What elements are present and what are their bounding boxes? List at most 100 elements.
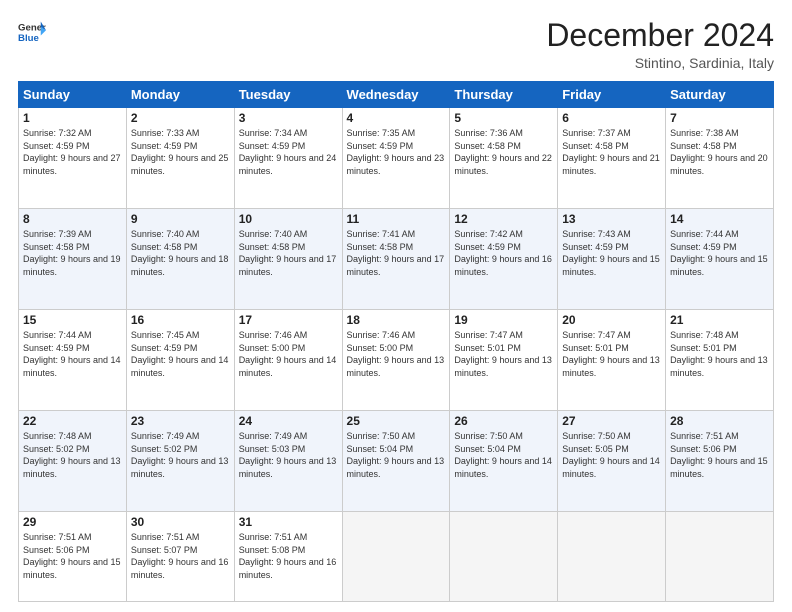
table-row: 11 Sunrise: 7:41 AMSunset: 4:58 PMDaylig… [342, 209, 450, 310]
day-info: Sunrise: 7:42 AMSunset: 4:59 PMDaylight:… [454, 229, 552, 277]
table-row: 25 Sunrise: 7:50 AMSunset: 5:04 PMDaylig… [342, 411, 450, 512]
day-info: Sunrise: 7:50 AMSunset: 5:04 PMDaylight:… [454, 431, 552, 479]
day-number: 15 [23, 313, 122, 327]
table-row: 7 Sunrise: 7:38 AMSunset: 4:58 PMDayligh… [666, 108, 774, 209]
day-info: Sunrise: 7:51 AMSunset: 5:07 PMDaylight:… [131, 532, 229, 580]
day-number: 1 [23, 111, 122, 125]
table-row: 1 Sunrise: 7:32 AMSunset: 4:59 PMDayligh… [19, 108, 127, 209]
table-row: 27 Sunrise: 7:50 AMSunset: 5:05 PMDaylig… [558, 411, 666, 512]
table-row: 23 Sunrise: 7:49 AMSunset: 5:02 PMDaylig… [126, 411, 234, 512]
day-info: Sunrise: 7:48 AMSunset: 5:01 PMDaylight:… [670, 330, 768, 378]
month-title: December 2024 [546, 18, 774, 53]
table-row [666, 512, 774, 602]
day-number: 19 [454, 313, 553, 327]
day-info: Sunrise: 7:49 AMSunset: 5:02 PMDaylight:… [131, 431, 229, 479]
day-info: Sunrise: 7:48 AMSunset: 5:02 PMDaylight:… [23, 431, 121, 479]
table-row: 26 Sunrise: 7:50 AMSunset: 5:04 PMDaylig… [450, 411, 558, 512]
table-row [558, 512, 666, 602]
day-info: Sunrise: 7:51 AMSunset: 5:06 PMDaylight:… [23, 532, 121, 580]
day-number: 22 [23, 414, 122, 428]
table-row: 12 Sunrise: 7:42 AMSunset: 4:59 PMDaylig… [450, 209, 558, 310]
day-number: 7 [670, 111, 769, 125]
day-info: Sunrise: 7:38 AMSunset: 4:58 PMDaylight:… [670, 128, 768, 176]
day-info: Sunrise: 7:44 AMSunset: 4:59 PMDaylight:… [670, 229, 768, 277]
day-number: 27 [562, 414, 661, 428]
logo-icon: General Blue [18, 18, 46, 46]
day-info: Sunrise: 7:36 AMSunset: 4:58 PMDaylight:… [454, 128, 552, 176]
calendar-week-row: 8 Sunrise: 7:39 AMSunset: 4:58 PMDayligh… [19, 209, 774, 310]
day-info: Sunrise: 7:46 AMSunset: 5:00 PMDaylight:… [347, 330, 445, 378]
day-number: 13 [562, 212, 661, 226]
day-info: Sunrise: 7:43 AMSunset: 4:59 PMDaylight:… [562, 229, 660, 277]
day-number: 9 [131, 212, 230, 226]
day-info: Sunrise: 7:44 AMSunset: 4:59 PMDaylight:… [23, 330, 121, 378]
day-number: 18 [347, 313, 446, 327]
day-number: 8 [23, 212, 122, 226]
day-number: 23 [131, 414, 230, 428]
table-row: 10 Sunrise: 7:40 AMSunset: 4:58 PMDaylig… [234, 209, 342, 310]
day-number: 28 [670, 414, 769, 428]
col-thursday: Thursday [450, 82, 558, 108]
day-number: 30 [131, 515, 230, 529]
day-info: Sunrise: 7:45 AMSunset: 4:59 PMDaylight:… [131, 330, 229, 378]
table-row: 16 Sunrise: 7:45 AMSunset: 4:59 PMDaylig… [126, 310, 234, 411]
day-number: 16 [131, 313, 230, 327]
table-row: 31 Sunrise: 7:51 AMSunset: 5:08 PMDaylig… [234, 512, 342, 602]
table-row: 22 Sunrise: 7:48 AMSunset: 5:02 PMDaylig… [19, 411, 127, 512]
table-row [342, 512, 450, 602]
day-number: 31 [239, 515, 338, 529]
table-row: 4 Sunrise: 7:35 AMSunset: 4:59 PMDayligh… [342, 108, 450, 209]
day-number: 3 [239, 111, 338, 125]
table-row: 14 Sunrise: 7:44 AMSunset: 4:59 PMDaylig… [666, 209, 774, 310]
day-info: Sunrise: 7:40 AMSunset: 4:58 PMDaylight:… [239, 229, 337, 277]
title-block: December 2024 Stintino, Sardinia, Italy [546, 18, 774, 71]
table-row: 17 Sunrise: 7:46 AMSunset: 5:00 PMDaylig… [234, 310, 342, 411]
col-tuesday: Tuesday [234, 82, 342, 108]
table-row: 15 Sunrise: 7:44 AMSunset: 4:59 PMDaylig… [19, 310, 127, 411]
day-number: 14 [670, 212, 769, 226]
col-saturday: Saturday [666, 82, 774, 108]
day-info: Sunrise: 7:41 AMSunset: 4:58 PMDaylight:… [347, 229, 445, 277]
day-info: Sunrise: 7:32 AMSunset: 4:59 PMDaylight:… [23, 128, 121, 176]
table-row: 8 Sunrise: 7:39 AMSunset: 4:58 PMDayligh… [19, 209, 127, 310]
table-row: 13 Sunrise: 7:43 AMSunset: 4:59 PMDaylig… [558, 209, 666, 310]
location: Stintino, Sardinia, Italy [546, 55, 774, 71]
calendar-week-row: 15 Sunrise: 7:44 AMSunset: 4:59 PMDaylig… [19, 310, 774, 411]
day-info: Sunrise: 7:37 AMSunset: 4:58 PMDaylight:… [562, 128, 660, 176]
logo: General Blue [18, 18, 46, 46]
day-number: 21 [670, 313, 769, 327]
day-info: Sunrise: 7:49 AMSunset: 5:03 PMDaylight:… [239, 431, 337, 479]
day-info: Sunrise: 7:50 AMSunset: 5:04 PMDaylight:… [347, 431, 445, 479]
day-number: 4 [347, 111, 446, 125]
col-monday: Monday [126, 82, 234, 108]
day-number: 20 [562, 313, 661, 327]
day-number: 11 [347, 212, 446, 226]
calendar-week-row: 29 Sunrise: 7:51 AMSunset: 5:06 PMDaylig… [19, 512, 774, 602]
svg-text:Blue: Blue [18, 33, 39, 44]
day-info: Sunrise: 7:40 AMSunset: 4:58 PMDaylight:… [131, 229, 229, 277]
day-info: Sunrise: 7:47 AMSunset: 5:01 PMDaylight:… [562, 330, 660, 378]
table-row: 24 Sunrise: 7:49 AMSunset: 5:03 PMDaylig… [234, 411, 342, 512]
day-number: 6 [562, 111, 661, 125]
table-row: 3 Sunrise: 7:34 AMSunset: 4:59 PMDayligh… [234, 108, 342, 209]
calendar-header-row: Sunday Monday Tuesday Wednesday Thursday… [19, 82, 774, 108]
day-number: 12 [454, 212, 553, 226]
header: General Blue December 2024 Stintino, Sar… [18, 18, 774, 71]
table-row [450, 512, 558, 602]
calendar-week-row: 1 Sunrise: 7:32 AMSunset: 4:59 PMDayligh… [19, 108, 774, 209]
day-info: Sunrise: 7:33 AMSunset: 4:59 PMDaylight:… [131, 128, 229, 176]
day-info: Sunrise: 7:39 AMSunset: 4:58 PMDaylight:… [23, 229, 121, 277]
table-row: 6 Sunrise: 7:37 AMSunset: 4:58 PMDayligh… [558, 108, 666, 209]
col-friday: Friday [558, 82, 666, 108]
day-info: Sunrise: 7:50 AMSunset: 5:05 PMDaylight:… [562, 431, 660, 479]
calendar-table: Sunday Monday Tuesday Wednesday Thursday… [18, 81, 774, 602]
calendar-week-row: 22 Sunrise: 7:48 AMSunset: 5:02 PMDaylig… [19, 411, 774, 512]
page: General Blue December 2024 Stintino, Sar… [0, 0, 792, 612]
day-info: Sunrise: 7:46 AMSunset: 5:00 PMDaylight:… [239, 330, 337, 378]
table-row: 20 Sunrise: 7:47 AMSunset: 5:01 PMDaylig… [558, 310, 666, 411]
table-row: 21 Sunrise: 7:48 AMSunset: 5:01 PMDaylig… [666, 310, 774, 411]
day-number: 24 [239, 414, 338, 428]
day-info: Sunrise: 7:35 AMSunset: 4:59 PMDaylight:… [347, 128, 445, 176]
table-row: 28 Sunrise: 7:51 AMSunset: 5:06 PMDaylig… [666, 411, 774, 512]
col-wednesday: Wednesday [342, 82, 450, 108]
